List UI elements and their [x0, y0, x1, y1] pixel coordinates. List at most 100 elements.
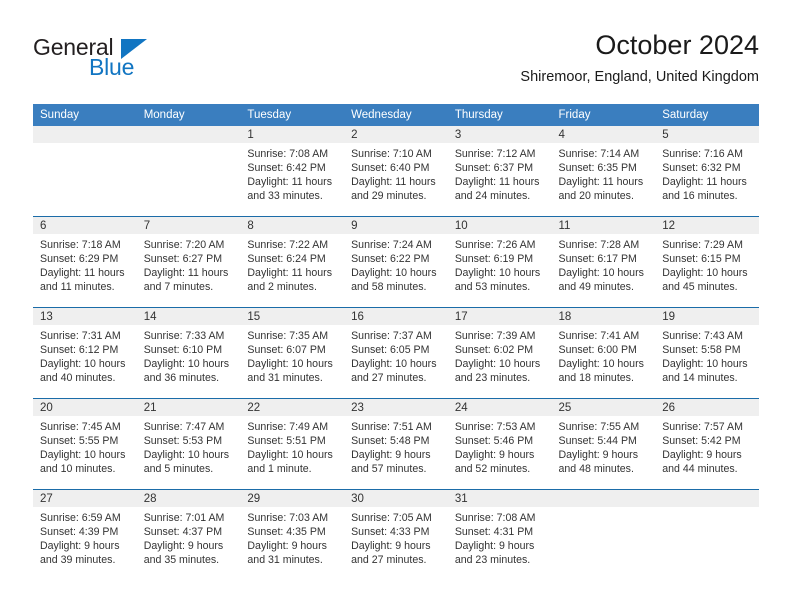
day-number: 19 [655, 308, 759, 325]
daylight-text-line1: Daylight: 11 hours [454, 176, 540, 189]
day-cell[interactable]: 24 Sunrise: 7:53 AM Sunset: 5:46 PM Dayl… [447, 398, 552, 490]
page-header: General Blue October 2024 Shiremoor, Eng… [33, 28, 759, 98]
daylight-text-line2: and 53 minutes. [454, 281, 531, 294]
day-cell[interactable]: 21 Sunrise: 7:47 AM Sunset: 5:53 PM Dayl… [136, 398, 241, 490]
sunrise-text: Sunrise: 7:24 AM [351, 239, 432, 251]
day-details: Sunrise: 7:08 AM Sunset: 6:42 PM Dayligh… [240, 143, 344, 203]
day-cell[interactable]: 30 Sunrise: 7:05 AM Sunset: 4:33 PM Dayl… [344, 489, 448, 580]
day-cell[interactable]: 7 Sunrise: 7:20 AM Sunset: 6:27 PM Dayli… [136, 216, 241, 308]
day-details: Sunrise: 7:14 AM Sunset: 6:35 PM Dayligh… [552, 143, 656, 203]
sunrise-text: Sunrise: 6:59 AM [40, 512, 121, 524]
day-cell[interactable]: 3 Sunrise: 7:12 AM Sunset: 6:37 PM Dayli… [447, 126, 552, 217]
day-details: Sunrise: 7:20 AM Sunset: 6:27 PM Dayligh… [137, 234, 241, 294]
day-cell[interactable]: 19 Sunrise: 7:43 AM Sunset: 5:58 PM Dayl… [655, 307, 759, 399]
day-cell[interactable]: 20 Sunrise: 7:45 AM Sunset: 5:55 PM Dayl… [33, 398, 137, 490]
day-details: Sunrise: 7:43 AM Sunset: 5:58 PM Dayligh… [655, 325, 759, 385]
day-details: Sunrise: 7:22 AM Sunset: 6:24 PM Dayligh… [240, 234, 344, 294]
day-cell[interactable]: 9 Sunrise: 7:24 AM Sunset: 6:22 PM Dayli… [344, 216, 448, 308]
page-subtitle: Shiremoor, England, United Kingdom [520, 69, 759, 85]
day-details: Sunrise: 7:10 AM Sunset: 6:40 PM Dayligh… [344, 143, 448, 203]
day-cell[interactable]: 12 Sunrise: 7:29 AM Sunset: 6:15 PM Dayl… [655, 216, 759, 308]
sunset-text: Sunset: 6:19 PM [454, 253, 534, 266]
day-cell [136, 126, 241, 217]
daylight-text-line1: Daylight: 10 hours [454, 358, 541, 371]
day-cell[interactable]: 22 Sunrise: 7:49 AM Sunset: 5:51 PM Dayl… [240, 398, 345, 490]
daylight-text-line1: Daylight: 10 hours [40, 449, 126, 462]
day-cell[interactable]: 26 Sunrise: 7:57 AM Sunset: 5:42 PM Dayl… [655, 398, 759, 490]
day-details: Sunrise: 7:45 AM Sunset: 5:55 PM Dayligh… [33, 416, 137, 476]
sunset-text: Sunset: 6:40 PM [351, 162, 430, 175]
daylight-text-line1: Daylight: 9 hours [247, 540, 327, 553]
sunrise-text: Sunrise: 7:51 AM [351, 421, 432, 433]
day-cell[interactable]: 23 Sunrise: 7:51 AM Sunset: 5:48 PM Dayl… [344, 398, 448, 490]
day-cell[interactable]: 11 Sunrise: 7:28 AM Sunset: 6:17 PM Dayl… [551, 216, 656, 308]
sunset-text: Sunset: 5:55 PM [40, 435, 119, 448]
daylight-text-line2: and 31 minutes. [247, 554, 323, 567]
calendar-grid: Sunday Monday Tuesday Wednesday Thursday… [33, 104, 759, 580]
day-cell[interactable]: 8 Sunrise: 7:22 AM Sunset: 6:24 PM Dayli… [240, 216, 345, 308]
sunrise-text: Sunrise: 7:53 AM [454, 421, 536, 433]
day-details: Sunrise: 7:08 AM Sunset: 4:31 PM Dayligh… [448, 507, 552, 567]
day-details: Sunrise: 7:12 AM Sunset: 6:37 PM Dayligh… [448, 143, 552, 203]
day-details [33, 143, 137, 147]
daylight-text-line1: Daylight: 10 hours [662, 358, 748, 371]
day-cell[interactable]: 4 Sunrise: 7:14 AM Sunset: 6:35 PM Dayli… [551, 126, 656, 217]
daylight-text-line1: Daylight: 10 hours [558, 358, 644, 371]
day-cell[interactable]: 15 Sunrise: 7:35 AM Sunset: 6:07 PM Dayl… [240, 307, 345, 399]
day-number: 31 [447, 490, 552, 507]
day-cell[interactable]: 29 Sunrise: 7:03 AM Sunset: 4:35 PM Dayl… [240, 489, 345, 580]
sunset-text: Sunset: 6:02 PM [454, 344, 534, 357]
weekday-header-tuesday: Tuesday [240, 104, 345, 126]
day-cell[interactable]: 2 Sunrise: 7:10 AM Sunset: 6:40 PM Dayli… [344, 126, 448, 217]
day-number: 20 [33, 399, 137, 416]
daylight-text-line2: and 33 minutes. [247, 190, 323, 203]
day-cell[interactable]: 28 Sunrise: 7:01 AM Sunset: 4:37 PM Dayl… [136, 489, 241, 580]
sunrise-text: Sunrise: 7:29 AM [662, 239, 743, 251]
day-number: 5 [655, 126, 759, 143]
day-cell[interactable]: 5 Sunrise: 7:16 AM Sunset: 6:32 PM Dayli… [655, 126, 759, 217]
day-number [33, 126, 137, 143]
day-cell[interactable]: 17 Sunrise: 7:39 AM Sunset: 6:02 PM Dayl… [447, 307, 552, 399]
daylight-text-line2: and 16 minutes. [662, 190, 738, 203]
day-details: Sunrise: 7:37 AM Sunset: 6:05 PM Dayligh… [344, 325, 448, 385]
sunrise-text: Sunrise: 7:41 AM [558, 330, 640, 342]
sunset-text: Sunset: 5:53 PM [143, 435, 223, 448]
sunset-text: Sunset: 5:48 PM [351, 435, 430, 448]
daylight-text-line1: Daylight: 10 hours [351, 358, 437, 371]
sunrise-text: Sunrise: 7:28 AM [558, 239, 640, 251]
day-cell[interactable]: 10 Sunrise: 7:26 AM Sunset: 6:19 PM Dayl… [447, 216, 552, 308]
day-number: 18 [551, 308, 656, 325]
day-cell[interactable]: 18 Sunrise: 7:41 AM Sunset: 6:00 PM Dayl… [551, 307, 656, 399]
day-cell[interactable]: 16 Sunrise: 7:37 AM Sunset: 6:05 PM Dayl… [344, 307, 448, 399]
day-cell[interactable]: 31 Sunrise: 7:08 AM Sunset: 4:31 PM Dayl… [447, 489, 552, 580]
calendar-page: General Blue October 2024 Shiremoor, Eng… [0, 0, 792, 612]
sunset-text: Sunset: 6:17 PM [558, 253, 637, 266]
day-number: 6 [33, 217, 137, 234]
sunrise-text: Sunrise: 7:08 AM [454, 512, 536, 524]
day-cell[interactable]: 6 Sunrise: 7:18 AM Sunset: 6:29 PM Dayli… [33, 216, 137, 308]
day-details: Sunrise: 7:05 AM Sunset: 4:33 PM Dayligh… [344, 507, 448, 567]
day-cell[interactable]: 25 Sunrise: 7:55 AM Sunset: 5:44 PM Dayl… [551, 398, 656, 490]
daylight-text-line1: Daylight: 10 hours [351, 267, 437, 280]
daylight-text-line2: and 52 minutes. [454, 463, 531, 476]
sunset-text: Sunset: 4:31 PM [454, 526, 534, 539]
day-number [551, 490, 656, 507]
daylight-text-line2: and 10 minutes. [40, 463, 116, 476]
sunrise-text: Sunrise: 7:35 AM [247, 330, 329, 342]
day-details: Sunrise: 7:28 AM Sunset: 6:17 PM Dayligh… [552, 234, 656, 294]
sunset-text: Sunset: 6:15 PM [662, 253, 741, 266]
day-number: 21 [136, 399, 241, 416]
day-cell[interactable]: 1 Sunrise: 7:08 AM Sunset: 6:42 PM Dayli… [240, 126, 345, 217]
daylight-text-line2: and 1 minute. [247, 463, 312, 476]
day-cell[interactable]: 27 Sunrise: 6:59 AM Sunset: 4:39 PM Dayl… [33, 489, 137, 580]
sunrise-text: Sunrise: 7:26 AM [454, 239, 536, 251]
sunset-text: Sunset: 6:32 PM [662, 162, 741, 175]
daylight-text-line1: Daylight: 11 hours [558, 176, 644, 189]
day-cell[interactable]: 13 Sunrise: 7:31 AM Sunset: 6:12 PM Dayl… [33, 307, 137, 399]
sunset-text: Sunset: 6:37 PM [454, 162, 534, 175]
daylight-text-line2: and 24 minutes. [454, 190, 531, 203]
weekday-header-saturday: Saturday [655, 104, 759, 126]
day-number: 10 [447, 217, 552, 234]
day-cell[interactable]: 14 Sunrise: 7:33 AM Sunset: 6:10 PM Dayl… [136, 307, 241, 399]
day-details: Sunrise: 7:29 AM Sunset: 6:15 PM Dayligh… [655, 234, 759, 294]
